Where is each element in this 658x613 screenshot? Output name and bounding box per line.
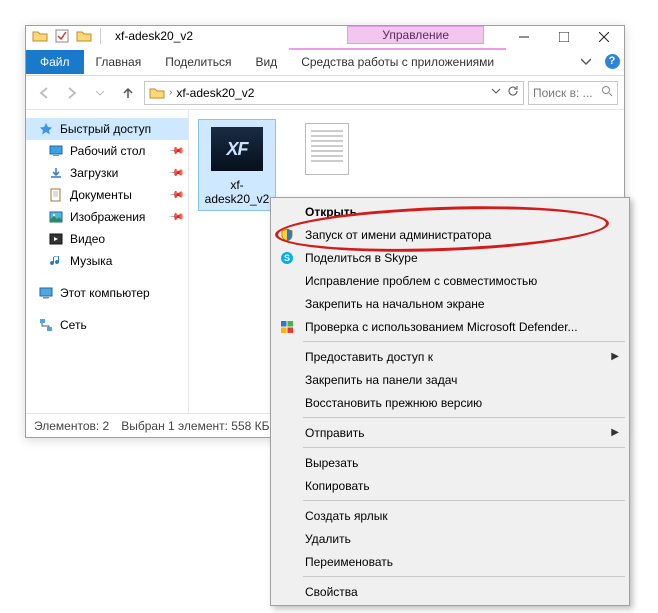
up-button[interactable] bbox=[116, 81, 140, 105]
file-name: xf-adesk20_v2 bbox=[201, 178, 273, 206]
sidebar-item-video[interactable]: Видео bbox=[26, 228, 188, 250]
ribbon-tab-app-tools[interactable]: Средства работы с приложениями bbox=[289, 48, 506, 74]
cm-scan-defender[interactable]: Проверка с использованием Microsoft Defe… bbox=[273, 315, 627, 338]
ribbon-expand-toggle[interactable] bbox=[572, 55, 600, 69]
cm-send-to[interactable]: Отправить▶ bbox=[273, 421, 627, 444]
sidebar-item-pictures[interactable]: Изображения📌 bbox=[26, 206, 188, 228]
forward-button[interactable] bbox=[60, 81, 84, 105]
titlebar: xf-adesk20_v2 Управление bbox=[26, 26, 624, 48]
cm-pin-taskbar[interactable]: Закрепить на панели задач bbox=[273, 368, 627, 391]
search-input[interactable]: Поиск в: ... bbox=[528, 81, 618, 105]
context-menu: Открыть Запуск от имени администратора S… bbox=[270, 197, 630, 606]
shield-icon bbox=[279, 227, 295, 243]
ribbon: Файл Главная Поделиться Вид Средства раб… bbox=[26, 48, 624, 76]
ribbon-tab-share[interactable]: Поделиться bbox=[153, 50, 243, 74]
file-item-txt[interactable] bbox=[289, 120, 365, 182]
minimize-button[interactable] bbox=[504, 26, 544, 48]
exe-icon: XF bbox=[211, 127, 263, 171]
folder-icon bbox=[32, 28, 48, 44]
file-item-exe[interactable]: XF xf-adesk20_v2 bbox=[199, 120, 275, 210]
documents-icon bbox=[48, 187, 64, 203]
sidebar-quick-access[interactable]: Быстрый доступ bbox=[26, 118, 188, 140]
window-title: xf-adesk20_v2 bbox=[115, 29, 193, 43]
video-icon bbox=[48, 231, 64, 247]
ribbon-tab-view[interactable]: Вид bbox=[243, 50, 289, 74]
text-file-icon bbox=[305, 123, 349, 175]
svg-text:S: S bbox=[284, 253, 290, 263]
maximize-button[interactable] bbox=[544, 26, 584, 48]
cm-separator bbox=[303, 341, 625, 342]
cm-copy[interactable]: Копировать bbox=[273, 474, 627, 497]
sidebar-item-music[interactable]: Музыка bbox=[26, 250, 188, 272]
addressbar: › xf-adesk20_v2 Поиск в: ... bbox=[26, 76, 624, 110]
downloads-icon bbox=[48, 165, 64, 181]
skype-icon: S bbox=[279, 250, 295, 266]
sidebar-item-downloads[interactable]: Загрузки📌 bbox=[26, 162, 188, 184]
chevron-down-icon[interactable] bbox=[491, 85, 501, 100]
help-button[interactable]: ? bbox=[600, 50, 624, 74]
history-dropdown[interactable] bbox=[88, 81, 112, 105]
sidebar-this-pc[interactable]: Этот компьютер bbox=[26, 282, 188, 304]
sidebar-item-desktop[interactable]: Рабочий стол📌 bbox=[26, 140, 188, 162]
music-icon bbox=[48, 253, 64, 269]
cm-restore-previous[interactable]: Восстановить прежнюю версию bbox=[273, 391, 627, 414]
sidebar-network[interactable]: Сеть bbox=[26, 314, 188, 336]
cm-properties[interactable]: Свойства bbox=[273, 580, 627, 603]
folder-icon bbox=[149, 85, 165, 101]
cm-rename[interactable]: Переименовать bbox=[273, 550, 627, 573]
sidebar: Быстрый доступ Рабочий стол📌 Загрузки📌 Д… bbox=[26, 110, 189, 413]
search-placeholder: Поиск в: ... bbox=[533, 86, 593, 100]
close-button[interactable] bbox=[584, 26, 624, 48]
cm-share-skype[interactable]: S Поделиться в Skype bbox=[273, 246, 627, 269]
cm-create-shortcut[interactable]: Создать ярлык bbox=[273, 504, 627, 527]
contextual-tab-header: Управление bbox=[347, 26, 484, 44]
breadcrumb-item[interactable]: xf-adesk20_v2 bbox=[176, 86, 254, 100]
ribbon-file-tab[interactable]: Файл bbox=[26, 50, 84, 74]
cm-run-as-admin[interactable]: Запуск от имени администратора bbox=[273, 223, 627, 246]
star-icon bbox=[38, 121, 54, 137]
cm-pin-start[interactable]: Закрепить на начальном экране bbox=[273, 292, 627, 315]
pictures-icon bbox=[48, 209, 64, 225]
defender-icon bbox=[279, 319, 295, 335]
cm-separator bbox=[303, 447, 625, 448]
pc-icon bbox=[38, 285, 54, 301]
back-button[interactable] bbox=[32, 81, 56, 105]
cm-separator bbox=[303, 576, 625, 577]
refresh-icon[interactable] bbox=[507, 85, 519, 100]
network-icon bbox=[38, 317, 54, 333]
chevron-right-icon[interactable]: › bbox=[169, 87, 172, 98]
folder-icon[interactable] bbox=[76, 28, 92, 44]
cm-troubleshoot-compat[interactable]: Исправление проблем с совместимостью bbox=[273, 269, 627, 292]
cm-delete[interactable]: Удалить bbox=[273, 527, 627, 550]
qat-checkbox-icon[interactable] bbox=[54, 28, 70, 44]
status-selection: Выбран 1 элемент: 558 КБ bbox=[121, 419, 269, 433]
desktop-icon bbox=[48, 143, 64, 159]
cm-cut[interactable]: Вырезать bbox=[273, 451, 627, 474]
cm-open[interactable]: Открыть bbox=[273, 200, 627, 223]
cm-separator bbox=[303, 500, 625, 501]
cm-give-access[interactable]: Предоставить доступ к▶ bbox=[273, 345, 627, 368]
ribbon-tab-home[interactable]: Главная bbox=[84, 50, 154, 74]
search-icon bbox=[601, 85, 613, 100]
qat-divider bbox=[100, 28, 101, 44]
cm-separator bbox=[303, 417, 625, 418]
chevron-right-icon: ▶ bbox=[611, 427, 619, 438]
sidebar-item-documents[interactable]: Документы📌 bbox=[26, 184, 188, 206]
status-count: Элементов: 2 bbox=[34, 419, 109, 433]
breadcrumb[interactable]: › xf-adesk20_v2 bbox=[144, 81, 524, 105]
chevron-right-icon: ▶ bbox=[611, 351, 619, 362]
